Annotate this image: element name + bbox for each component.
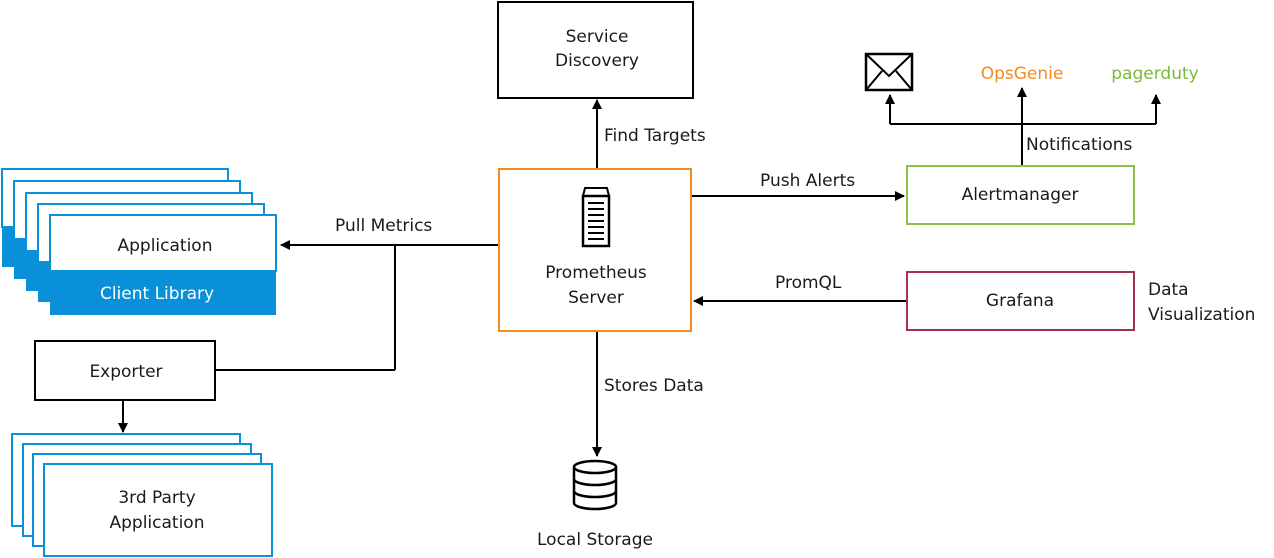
promql-label: PromQL	[775, 273, 842, 293]
local-storage-label: Local Storage	[537, 530, 653, 550]
architecture-diagram: Service Discovery Find Targets Prometheu…	[1, 1, 1255, 557]
client-library-label: Client Library	[100, 284, 214, 304]
edge-stores-data: Stores Data	[592, 332, 704, 457]
stores-data-label: Stores Data	[604, 376, 704, 396]
prometheus-label-2: Server	[568, 288, 624, 308]
edge-notifications: Notifications	[885, 87, 1161, 165]
third-party-label-1: 3rd Party	[118, 488, 195, 508]
service-discovery-label-1: Service	[566, 27, 629, 47]
third-party-label-2: Application	[110, 513, 205, 533]
alertmanager-node[interactable]: Alertmanager	[906, 165, 1135, 225]
third-party-stack[interactable]: 3rd Party Application	[11, 433, 273, 557]
find-targets-label: Find Targets	[604, 126, 706, 146]
edge-promql: PromQL	[693, 273, 906, 306]
service-discovery-node[interactable]: Service Discovery	[497, 1, 694, 99]
notifications-label: Notifications	[1026, 135, 1133, 155]
email-icon	[864, 52, 914, 92]
server-icon	[581, 187, 611, 248]
service-discovery-label-2: Discovery	[555, 51, 639, 71]
database-icon	[572, 459, 618, 511]
exporter-node[interactable]: Exporter	[34, 340, 216, 401]
pagerduty-label: pagerduty	[1111, 64, 1198, 84]
prometheus-label-1: Prometheus	[545, 263, 647, 283]
prometheus-server-node[interactable]: Prometheus Server	[498, 168, 692, 332]
exporter-label: Exporter	[89, 362, 162, 382]
application-stack[interactable]: Application Client Library	[1, 168, 277, 315]
edge-push-alerts: Push Alerts	[692, 171, 905, 201]
alertmanager-label: Alertmanager	[962, 185, 1079, 205]
data-visualization-label-2: Visualization	[1148, 305, 1255, 325]
pull-metrics-label: Pull Metrics	[335, 216, 432, 236]
grafana-node[interactable]: Grafana	[906, 271, 1135, 331]
opsgenie-label: OpsGenie	[981, 64, 1064, 84]
data-visualization-label-1: Data	[1148, 280, 1189, 300]
application-label: Application	[118, 236, 213, 256]
edge-find-targets: Find Targets	[592, 99, 706, 168]
grafana-label: Grafana	[986, 291, 1054, 311]
push-alerts-label: Push Alerts	[760, 171, 855, 191]
